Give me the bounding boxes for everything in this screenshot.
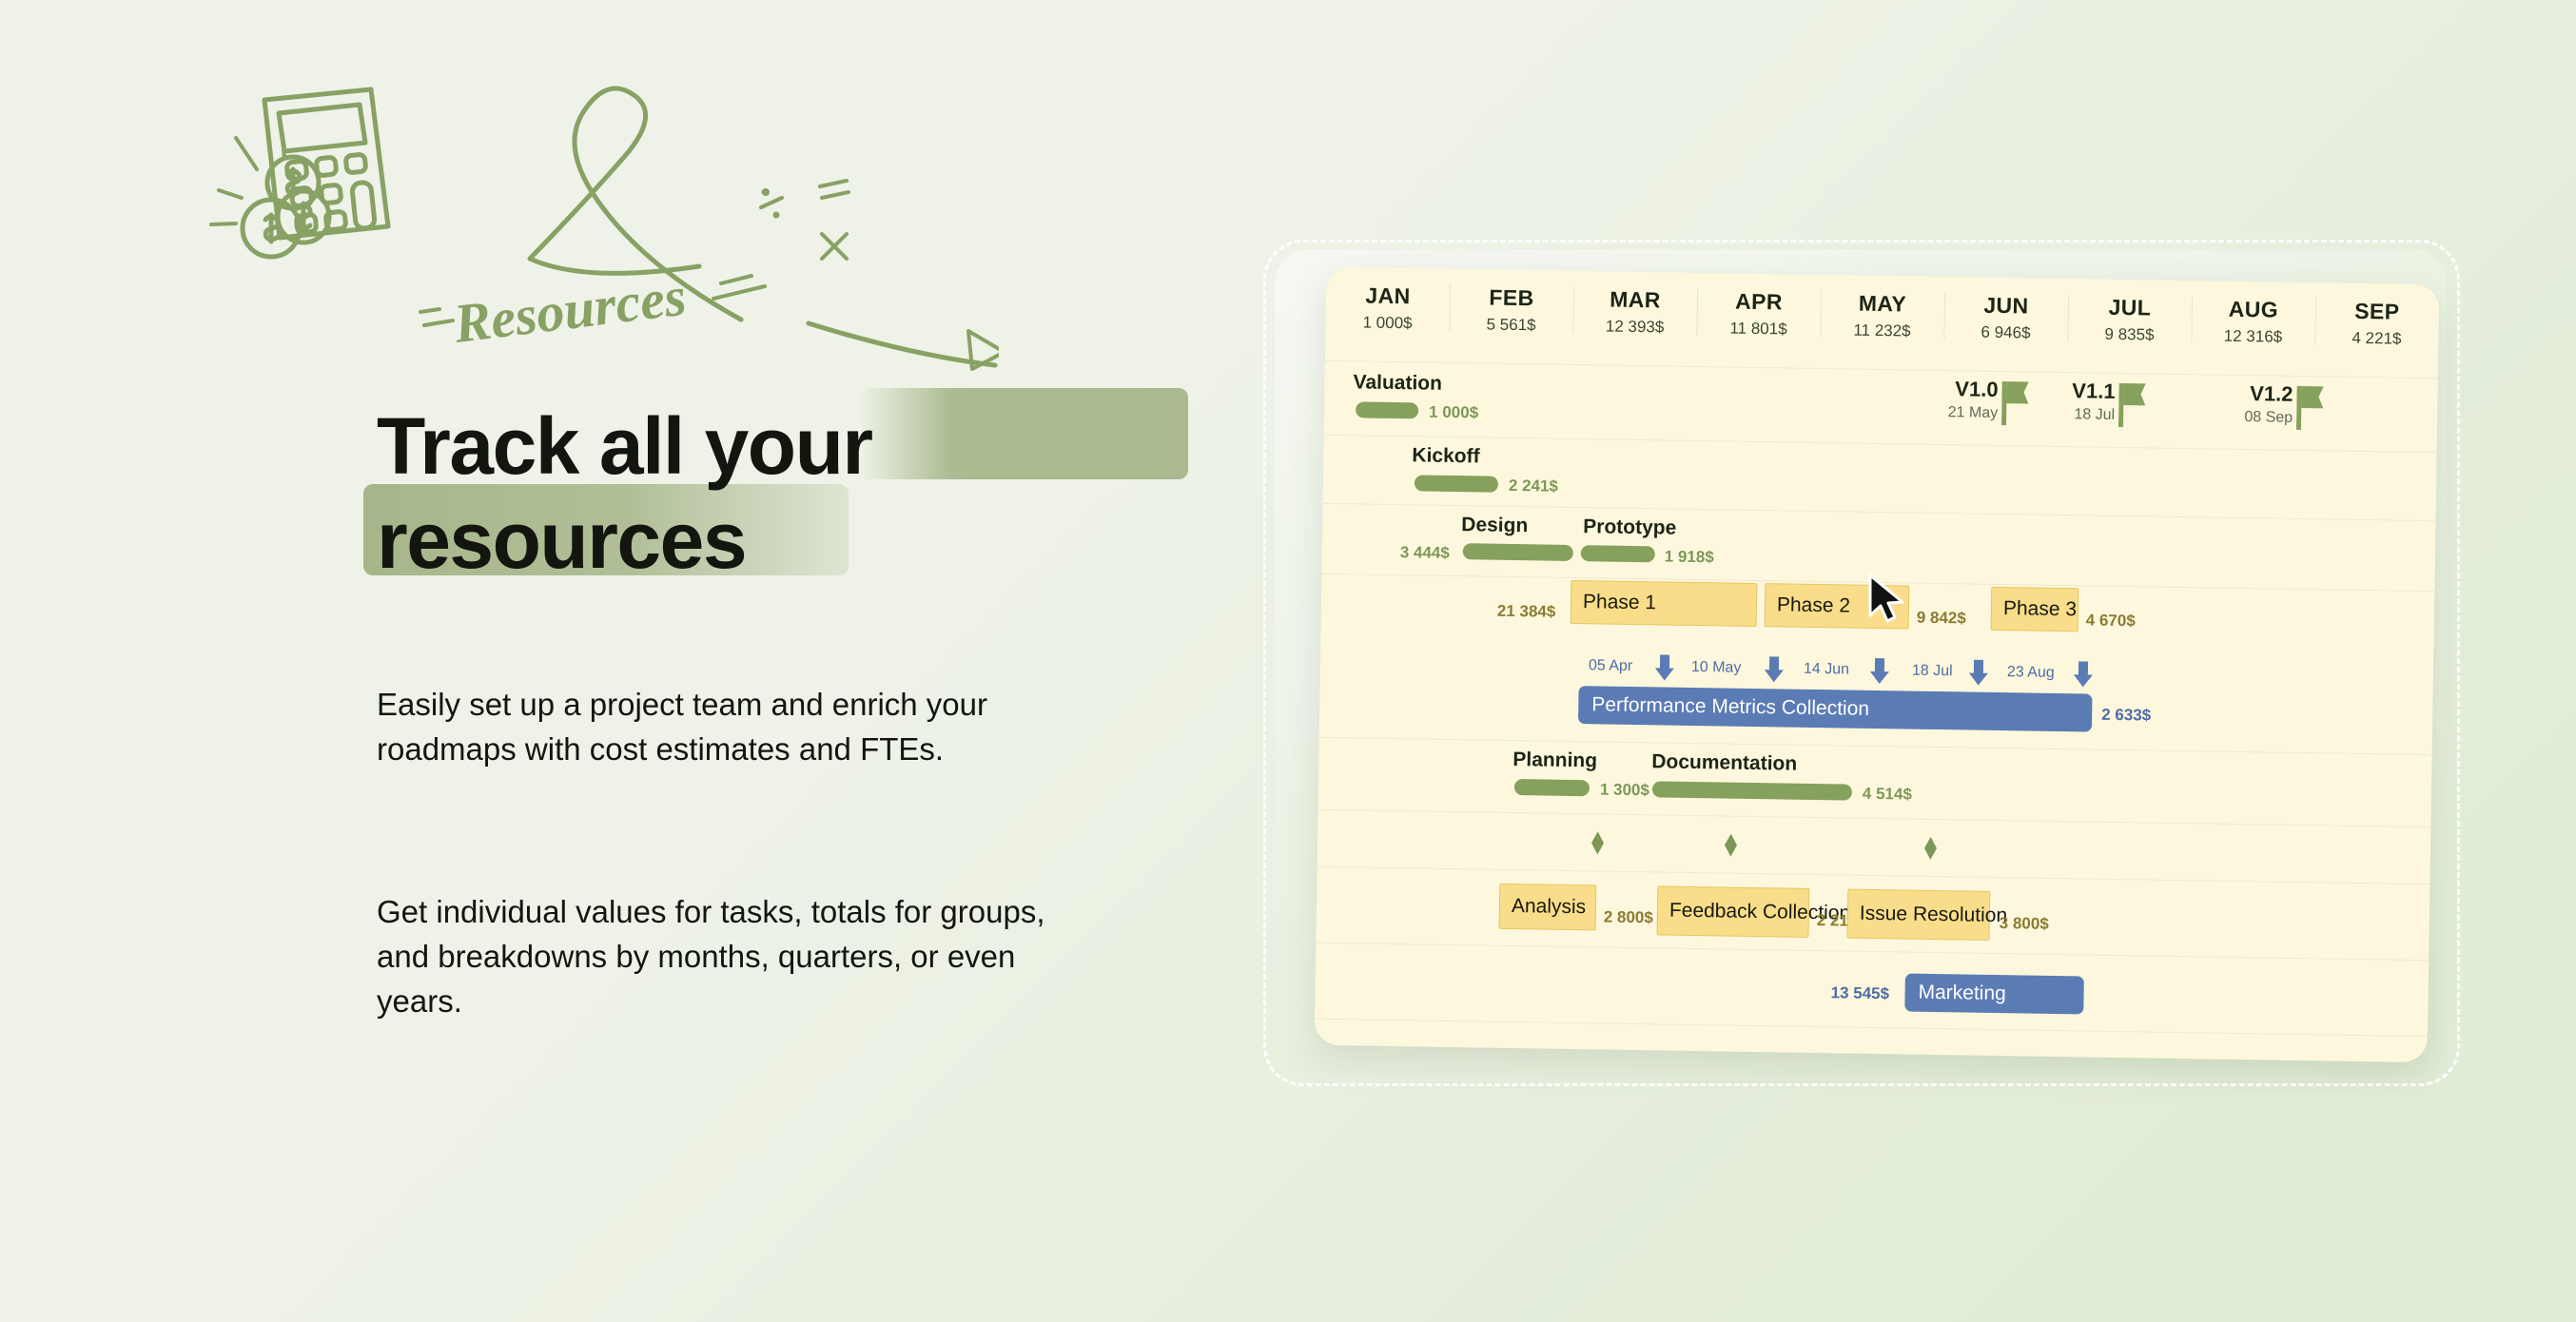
page-headline: Track all your resources bbox=[363, 388, 1188, 588]
month-name: FEB bbox=[1489, 284, 1534, 311]
task-box-feedback-collection[interactable]: Feedback Collection bbox=[1656, 885, 1850, 938]
month-name: APR bbox=[1734, 288, 1784, 315]
flag-icon bbox=[2295, 385, 2324, 430]
date-marker: 14 Jun bbox=[1803, 660, 1850, 678]
task-bar-valuation[interactable] bbox=[1356, 401, 1419, 419]
date-marker: 18 Jul bbox=[1911, 662, 1953, 680]
task-bar-documentation[interactable] bbox=[1651, 781, 1853, 801]
month-column[interactable]: MAY 11 232$ bbox=[1820, 275, 1944, 347]
date-marker: 05 Apr bbox=[1588, 657, 1633, 674]
month-cost: 4 221$ bbox=[2352, 328, 2402, 348]
diamond-milestone-icon[interactable] bbox=[1924, 837, 1937, 860]
milestone-version: V1.1 bbox=[2072, 379, 2116, 403]
task-box-analysis[interactable]: Analysis bbox=[1498, 883, 1597, 931]
month-name: JAN bbox=[1365, 282, 1411, 309]
task-cost-planning: 1 300$ bbox=[1599, 780, 1650, 800]
month-column[interactable]: SEP 4 221$ bbox=[2314, 282, 2439, 355]
milestone-version: V1.0 bbox=[1955, 377, 1999, 401]
headline-line-1-highlight: your bbox=[704, 401, 874, 491]
month-cost: 6 946$ bbox=[1981, 322, 2031, 342]
down-arrow-icon bbox=[1968, 659, 1988, 686]
down-arrow-icon bbox=[1764, 656, 1784, 683]
task-cost-documentation: 4 514$ bbox=[1862, 784, 1913, 804]
month-cost: 12 316$ bbox=[2223, 326, 2283, 346]
resources-doodle-illustration: Resources bbox=[181, 48, 1006, 371]
task-cost-prototype: 1 918$ bbox=[1664, 547, 1714, 567]
gantt-row-performance-metrics: 05 Apr 10 May 14 Jun 18 Jul 23 Aug Perfo… bbox=[1319, 646, 2433, 754]
hero-text-column: Resources Track all your resources Easil… bbox=[0, 0, 1237, 1322]
gantt-chart-card: JAN 1 000$ FEB 5 561$ MAR 12 393$ APR 11… bbox=[1314, 266, 2440, 1063]
month-column[interactable]: AUG 12 316$ bbox=[2191, 281, 2315, 353]
milestone-v1-1[interactable]: V1.1 18 Jul bbox=[2002, 378, 2148, 433]
milestone-date: 18 Jul bbox=[2074, 406, 2116, 423]
task-cost-phase-1: 21 384$ bbox=[1496, 601, 1556, 621]
task-cost-marketing: 13 545$ bbox=[1830, 983, 1890, 1003]
month-name: JUN bbox=[1983, 292, 2029, 319]
task-bar-marketing[interactable]: Marketing bbox=[1904, 973, 2084, 1015]
task-label-planning: Planning bbox=[1512, 748, 1598, 772]
date-marker: 23 Aug bbox=[2006, 664, 2055, 681]
month-column[interactable]: APR 11 801$ bbox=[1696, 273, 1821, 345]
date-marker: 10 May bbox=[1690, 658, 1742, 676]
milestone-version: V1.2 bbox=[2250, 381, 2293, 406]
task-cost-phase-2: 9 842$ bbox=[1916, 608, 1966, 628]
task-bar-kickoff[interactable] bbox=[1414, 475, 1499, 493]
month-column[interactable]: JUL 9 835$ bbox=[2067, 279, 2192, 351]
month-name: MAR bbox=[1610, 286, 1661, 313]
flag-icon bbox=[2117, 382, 2146, 428]
task-label-valuation: Valuation bbox=[1353, 371, 1443, 395]
month-column[interactable]: JAN 1 000$ bbox=[1325, 267, 1450, 340]
task-bar-performance-metrics[interactable]: Performance Metrics Collection bbox=[1577, 686, 2093, 732]
diamond-milestone-icon[interactable] bbox=[1591, 831, 1604, 854]
month-cost: 5 561$ bbox=[1486, 315, 1536, 335]
task-cost-analysis: 2 800$ bbox=[1603, 907, 1653, 927]
month-cost: 11 232$ bbox=[1853, 321, 1911, 340]
task-label-documentation: Documentation bbox=[1651, 750, 1798, 775]
month-cost: 9 835$ bbox=[2104, 324, 2155, 344]
month-name: JUL bbox=[2108, 294, 2152, 321]
headline-line-2-highlight: resources bbox=[377, 496, 748, 586]
task-label-prototype: Prototype bbox=[1583, 515, 1677, 539]
task-box-phase-3[interactable]: Phase 3 bbox=[1990, 586, 2079, 632]
task-cost-kickoff: 2 241$ bbox=[1508, 476, 1559, 496]
mouse-cursor-icon bbox=[1868, 574, 1904, 623]
month-column[interactable]: JUN 6 946$ bbox=[1943, 277, 2068, 349]
diamond-milestone-icon[interactable] bbox=[1725, 834, 1737, 857]
task-bar-design[interactable] bbox=[1462, 543, 1573, 561]
headline-highlight-1 bbox=[860, 388, 1188, 479]
task-cost-performance-metrics: 2 633$ bbox=[2101, 705, 2152, 725]
milestone-date: 21 May bbox=[1947, 404, 1999, 421]
task-bar-prototype[interactable] bbox=[1580, 545, 1655, 563]
down-arrow-icon bbox=[1869, 657, 1889, 685]
month-cost: 11 801$ bbox=[1729, 319, 1787, 339]
resources-script-text: Resources bbox=[450, 265, 690, 355]
month-column[interactable]: MAR 12 393$ bbox=[1572, 271, 1697, 343]
milestone-v1-2[interactable]: V1.2 08 Sep bbox=[2180, 380, 2326, 436]
task-box-issue-resolution[interactable]: Issue Resolution bbox=[1846, 888, 2007, 941]
task-box-phase-1[interactable]: Phase 1 bbox=[1570, 579, 1758, 628]
task-cost-issue-resolution: 3 800$ bbox=[1999, 914, 2049, 933]
down-arrow-icon bbox=[2073, 661, 2093, 688]
month-cost: 12 393$ bbox=[1605, 317, 1665, 337]
down-arrow-icon bbox=[1654, 654, 1674, 681]
task-cost-phase-3: 4 670$ bbox=[2085, 611, 2136, 631]
month-cost: 1 000$ bbox=[1362, 313, 1413, 333]
month-name: AUG bbox=[2228, 296, 2279, 322]
month-name: SEP bbox=[2354, 298, 2400, 324]
headline-line-1-plain: Track all bbox=[377, 401, 705, 491]
task-cost-valuation: 1 000$ bbox=[1428, 402, 1479, 422]
month-column[interactable]: FEB 5 561$ bbox=[1449, 269, 1573, 341]
body-paragraph-1: Easily set up a project team and enrich … bbox=[377, 687, 988, 767]
task-cost-design: 3 444$ bbox=[1399, 543, 1450, 562]
task-label-kickoff: Kickoff bbox=[1412, 444, 1480, 468]
month-name: MAY bbox=[1858, 290, 1907, 317]
body-paragraph-2: Get individual values for tasks, totals … bbox=[377, 894, 1045, 1019]
milestone-date: 08 Sep bbox=[2244, 409, 2293, 426]
task-bar-planning[interactable] bbox=[1513, 779, 1590, 797]
task-label-design: Design bbox=[1461, 514, 1529, 537]
